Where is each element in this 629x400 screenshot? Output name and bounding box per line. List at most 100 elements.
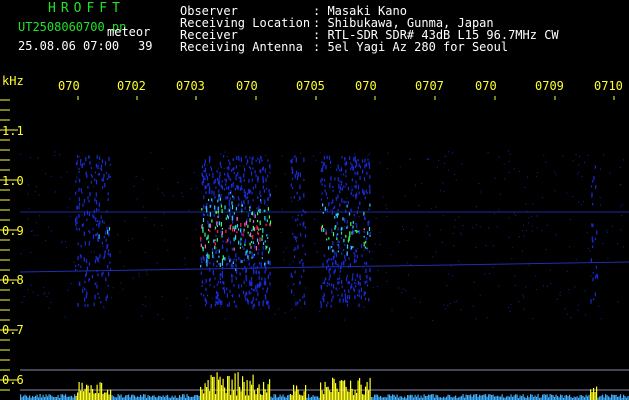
signal-pixel — [290, 274, 292, 278]
noise-pixel — [439, 229, 441, 231]
signal-pixel — [259, 208, 261, 213]
amplitude-bar — [48, 394, 50, 400]
signal-pixel — [338, 186, 340, 189]
signal-pixel — [236, 216, 238, 221]
noise-pixel — [330, 209, 332, 211]
noise-pixel — [536, 227, 538, 229]
amplitude-bar — [498, 396, 500, 400]
signal-pixel — [325, 229, 327, 233]
noise-pixel — [559, 291, 561, 293]
signal-pixel — [339, 203, 341, 207]
signal-pixel — [108, 253, 110, 256]
signal-pixel — [304, 226, 306, 229]
signal-pixel — [361, 159, 364, 163]
signal-pixel — [233, 212, 235, 215]
amplitude-bar — [500, 396, 502, 400]
signal-pixel — [94, 178, 96, 182]
noise-pixel — [386, 207, 388, 209]
signal-pixel — [87, 304, 89, 307]
signal-pixel — [354, 171, 356, 175]
signal-pixel — [217, 221, 219, 225]
noise-pixel — [312, 155, 314, 157]
signal-pixel — [93, 302, 95, 307]
amplitude-bar — [248, 395, 250, 400]
signal-pixel — [95, 163, 97, 168]
signal-pixel — [214, 246, 216, 250]
signal-pixel — [325, 165, 327, 170]
noise-pixel — [456, 300, 458, 302]
signal-pixel — [263, 210, 265, 213]
signal-pixel — [251, 212, 253, 215]
noise-pixel — [579, 155, 580, 157]
noise-pixel — [603, 154, 604, 156]
signal-pixel — [363, 293, 365, 297]
signal-pixel — [340, 267, 342, 270]
signal-pixel — [251, 178, 253, 182]
signal-pixel — [339, 298, 341, 303]
signal-pixel — [356, 254, 358, 259]
signal-pixel — [229, 289, 231, 293]
noise-pixel — [523, 235, 525, 237]
signal-pixel — [226, 248, 228, 252]
signal-pixel — [245, 251, 247, 256]
signal-pixel — [302, 244, 304, 247]
signal-pixel — [257, 176, 259, 181]
signal-pixel — [219, 302, 222, 305]
signal-pixel — [98, 173, 100, 176]
amplitude-bar — [411, 394, 413, 400]
amplitude-bar — [359, 378, 361, 400]
signal-pixel — [263, 281, 266, 286]
signal-pixel — [93, 215, 95, 220]
amplitude-bar — [300, 395, 302, 400]
signal-pixel — [336, 168, 338, 171]
signal-pixel — [266, 301, 268, 306]
signal-pixel — [320, 179, 322, 184]
amplitude-bar — [537, 394, 539, 400]
signal-pixel — [215, 247, 217, 249]
signal-pixel — [593, 176, 595, 181]
noise-pixel — [188, 209, 190, 211]
noise-pixel — [203, 282, 205, 284]
amplitude-bar — [87, 385, 89, 400]
amplitude-bar — [195, 395, 197, 400]
noise-pixel — [363, 176, 365, 178]
signal-pixel — [108, 227, 111, 231]
signal-pixel — [209, 277, 211, 281]
signal-pixel — [251, 157, 253, 160]
signal-pixel — [331, 298, 333, 303]
signal-pixel — [107, 198, 109, 201]
signal-pixel — [216, 238, 218, 242]
noise-pixel — [443, 304, 445, 306]
signal-pixel — [96, 155, 98, 160]
amplitude-bar — [20, 394, 22, 400]
signal-pixel — [347, 239, 349, 243]
noise-pixel — [28, 207, 30, 209]
signal-pixel — [226, 263, 228, 267]
amplitude-bar — [117, 394, 119, 400]
signal-pixel — [331, 283, 333, 287]
amplitude-bar — [560, 394, 562, 400]
signal-pixel — [108, 173, 110, 178]
signal-pixel — [96, 179, 98, 185]
signal-pixel — [96, 284, 98, 289]
signal-pixel — [206, 253, 208, 259]
signal-pixel — [100, 215, 102, 219]
noise-pixel — [221, 194, 222, 196]
signal-pixel — [354, 230, 356, 232]
signal-pixel — [592, 272, 594, 274]
signal-pixel — [209, 230, 211, 232]
amplitude-bar — [75, 395, 77, 400]
signal-pixel — [95, 217, 97, 222]
noise-pixel — [531, 225, 533, 227]
signal-pixel — [244, 167, 246, 172]
amplitude-bar — [182, 394, 184, 400]
signal-pixel — [224, 289, 226, 294]
signal-pixel — [248, 262, 250, 266]
signal-pixel — [369, 175, 371, 179]
noise-pixel — [291, 216, 293, 218]
signal-pixel — [359, 201, 361, 205]
amplitude-bar — [470, 394, 472, 400]
amplitude-bar — [89, 392, 91, 400]
signal-pixel — [590, 258, 592, 263]
noise-pixel — [202, 225, 204, 227]
